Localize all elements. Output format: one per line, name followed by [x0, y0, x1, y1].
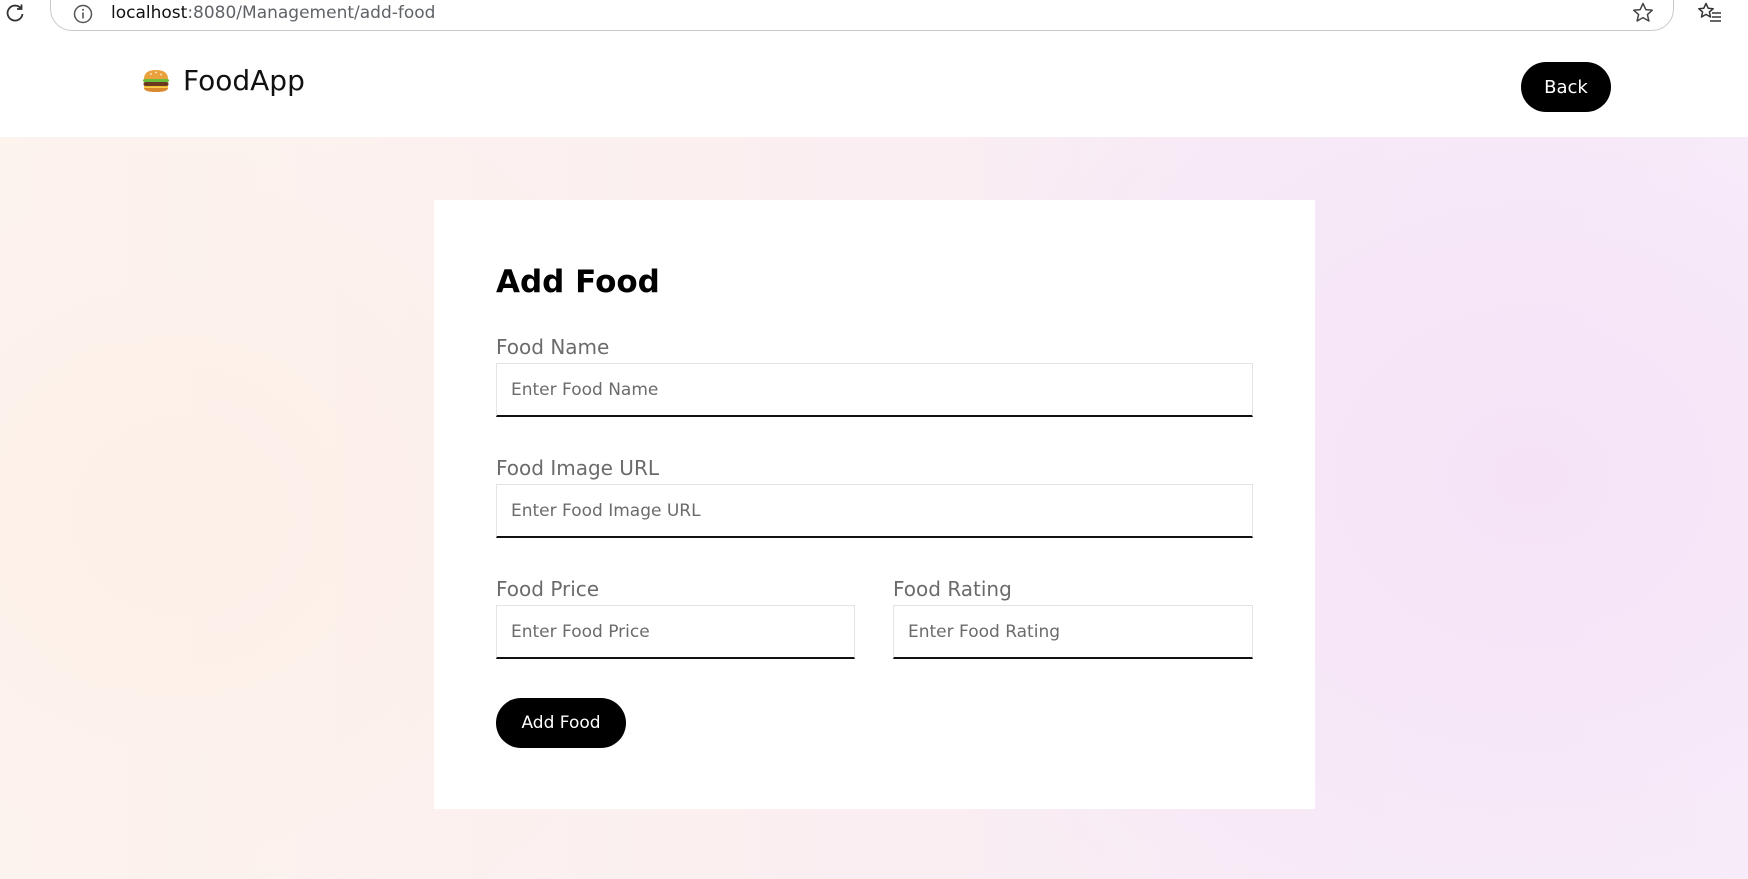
add-food-form: Add Food Food Name Food Image URL Food P… [434, 200, 1315, 809]
url-text[interactable]: localhost:8080/Management/add-food [111, 3, 435, 23]
logo-text: FoodApp [183, 64, 305, 97]
food-rating-label: Food Rating [893, 577, 1012, 601]
form-title: Add Food [496, 264, 660, 300]
url-path: :8080/Management/add-food [187, 3, 436, 23]
logo[interactable]: FoodApp [141, 64, 305, 97]
reload-icon[interactable] [4, 2, 26, 24]
food-name-label: Food Name [496, 335, 610, 359]
favorites-icon[interactable] [1697, 1, 1723, 25]
back-button[interactable]: Back [1521, 62, 1611, 112]
star-icon[interactable] [1631, 1, 1655, 25]
url-host: localhost [111, 3, 188, 23]
add-food-button[interactable]: Add Food [496, 698, 626, 748]
food-rating-input[interactable] [893, 605, 1253, 659]
food-price-input[interactable] [496, 605, 855, 659]
app-header: FoodApp Back [0, 36, 1748, 137]
food-price-label: Food Price [496, 577, 600, 601]
address-bar[interactable]: localhost:8080/Management/add-food [50, 0, 1674, 31]
food-image-url-label: Food Image URL [496, 456, 659, 480]
browser-toolbar: localhost:8080/Management/add-food [0, 0, 1748, 36]
food-name-input[interactable] [496, 363, 1253, 417]
info-icon[interactable] [72, 3, 94, 25]
burger-icon [141, 68, 171, 94]
food-image-url-input[interactable] [496, 484, 1253, 538]
